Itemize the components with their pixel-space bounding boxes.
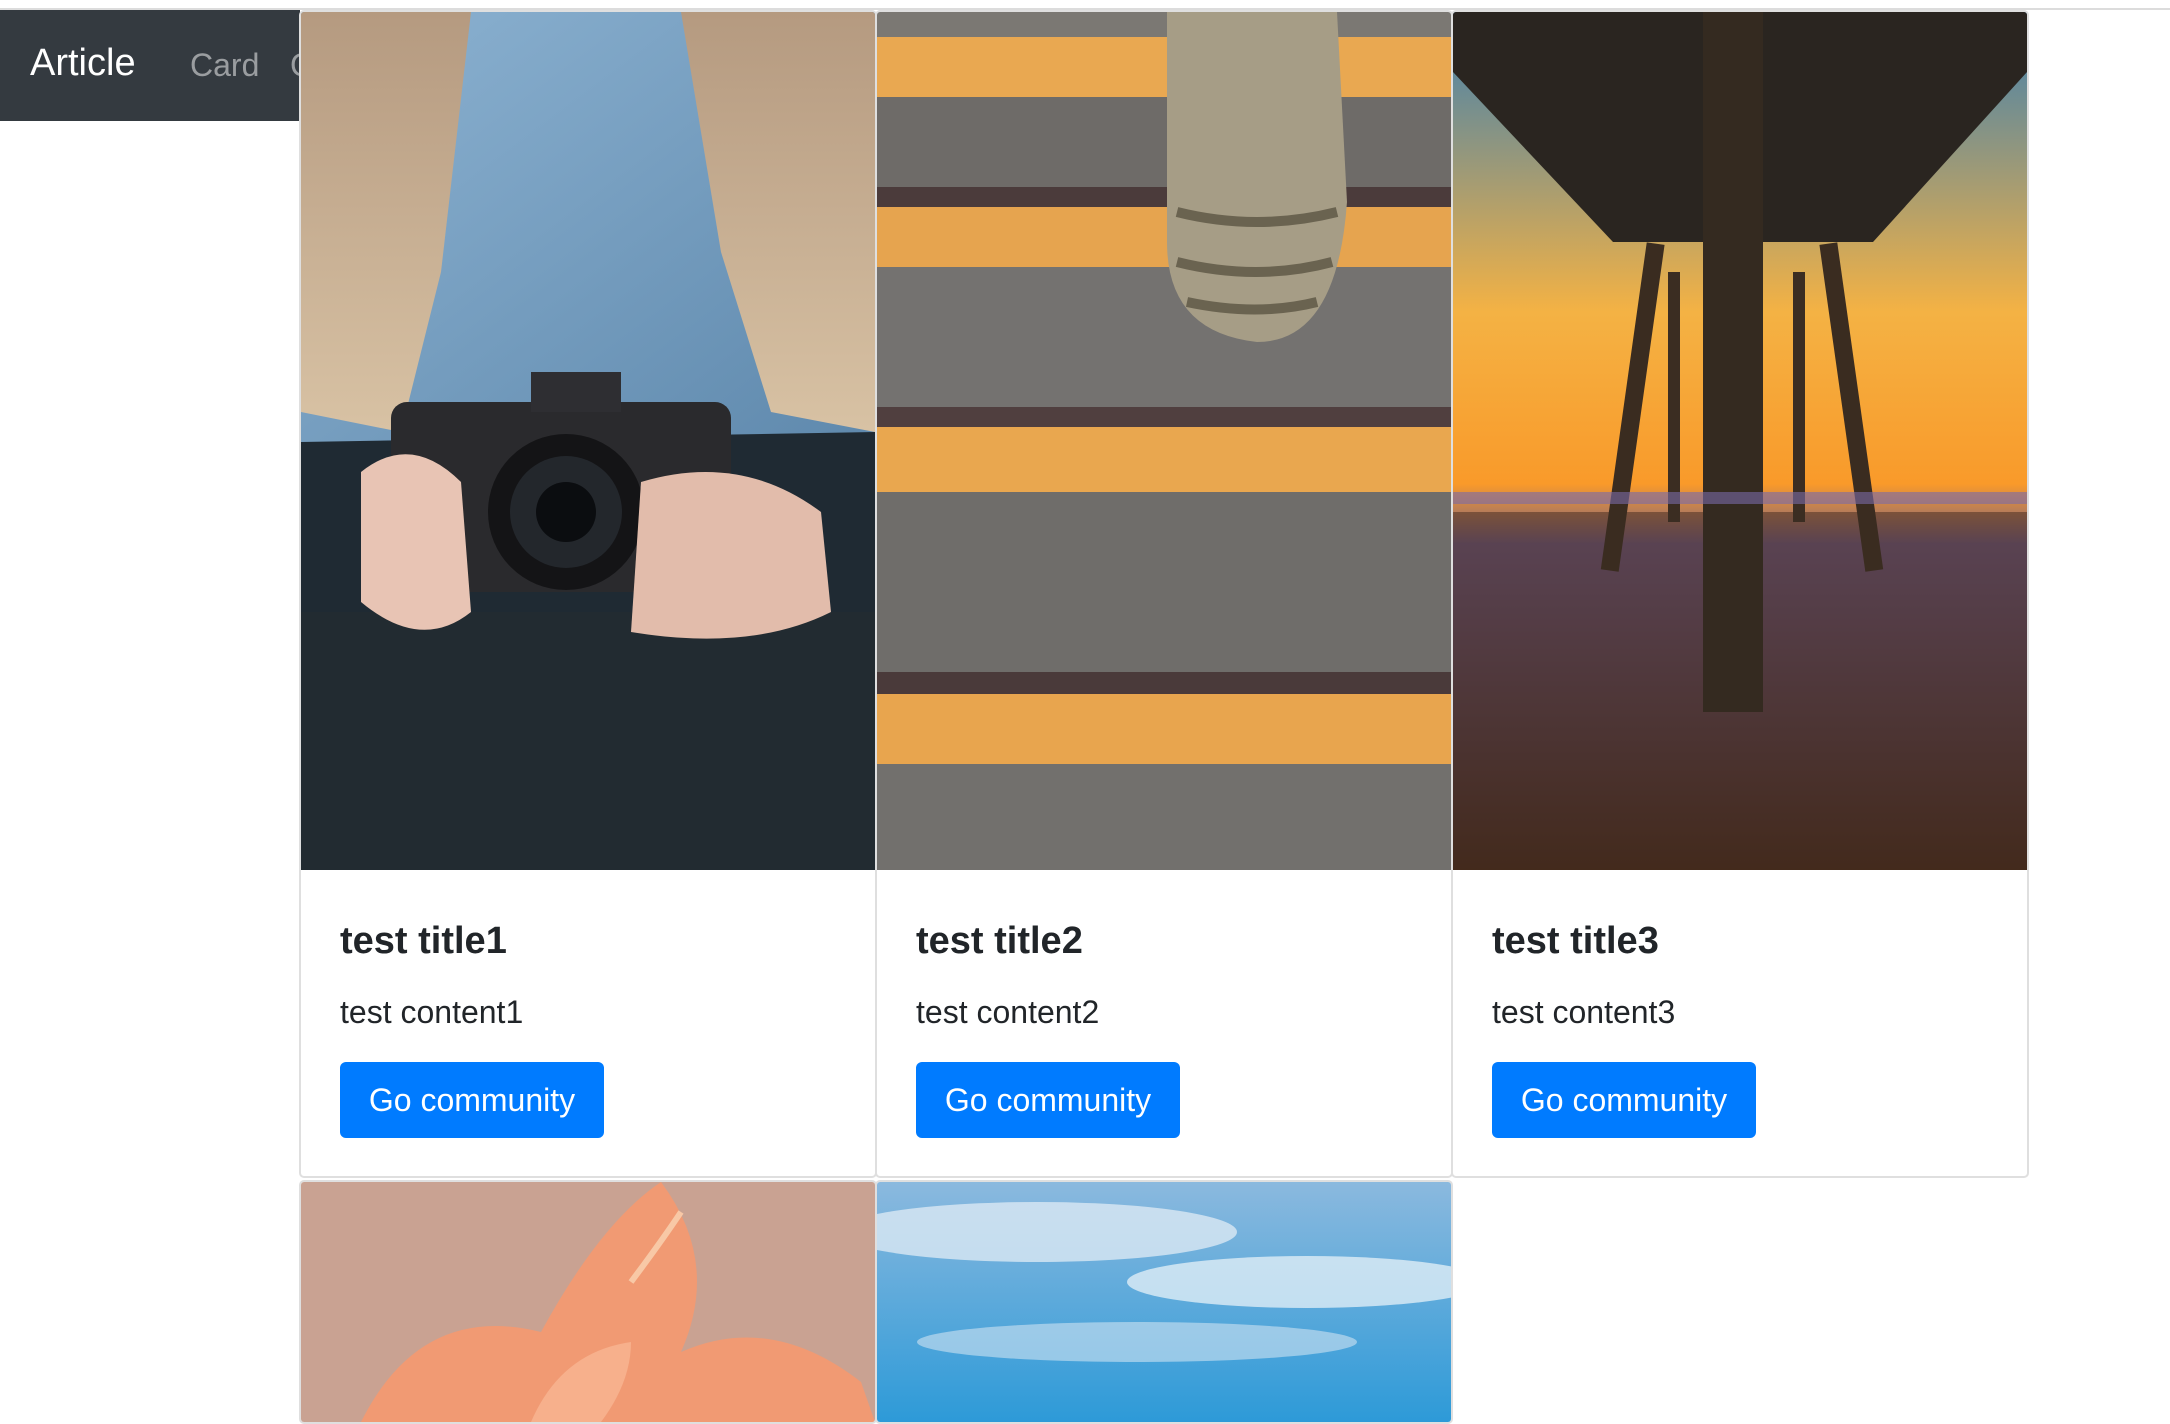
card-text: test content1: [340, 994, 524, 1030]
card-body: test title2 test content2 Go community: [877, 870, 1451, 1176]
go-community-button[interactable]: Go community: [340, 1062, 604, 1138]
card-text: test content2: [916, 994, 1100, 1030]
card-title: test title1: [340, 920, 507, 962]
go-community-button[interactable]: Go community: [916, 1062, 1180, 1138]
card-4: [299, 1180, 877, 1424]
go-community-button[interactable]: Go community: [1492, 1062, 1756, 1138]
card-image-woman-camera: [301, 12, 875, 870]
card-image-stairs: [877, 12, 1451, 870]
card-text: test content3: [1492, 994, 1676, 1030]
navbar: Article Card C: [0, 10, 300, 121]
navbar-brand[interactable]: Article: [30, 44, 136, 82]
nav-link-card[interactable]: Card: [190, 49, 259, 81]
card-image-orange-flower: [301, 1182, 875, 1422]
card-image-pier-sunset: [1453, 12, 2027, 870]
card-body: test title3 test content3 Go community: [1453, 870, 2027, 1176]
card-image-blue-sky: [877, 1182, 1451, 1422]
card-body: test title1 test content1 Go community: [301, 870, 875, 1176]
card-title: test title2: [916, 920, 1083, 962]
card-2: test title2 test content2 Go community: [875, 10, 1453, 1178]
card-5: [875, 1180, 1453, 1424]
card-3: test title3 test content3 Go community: [1451, 10, 2029, 1178]
card-title: test title3: [1492, 920, 1659, 962]
card-1: test title1 test content1 Go community: [299, 10, 877, 1178]
